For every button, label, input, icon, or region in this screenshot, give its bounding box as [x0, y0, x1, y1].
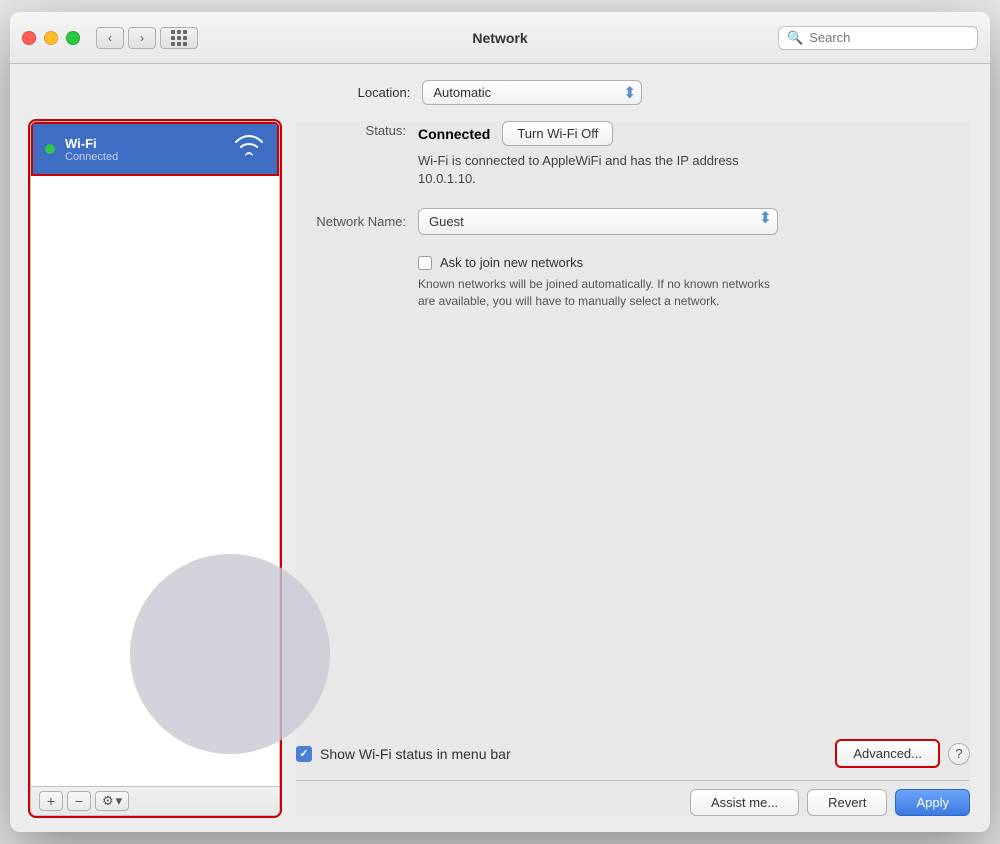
sidebar-item-status: Connected — [65, 151, 223, 163]
gear-icon: ⚙ — [102, 793, 114, 809]
sidebar-item-text: Wi-Fi Connected — [65, 136, 223, 163]
right-panel: Status: Connected Turn Wi-Fi Off Wi-Fi i… — [296, 121, 970, 816]
sidebar-list: Wi-Fi Connected — [31, 122, 279, 786]
gear-button[interactable]: ⚙ ▾ — [95, 791, 129, 811]
status-description: Wi-Fi is connected to AppleWiFi and has … — [418, 152, 778, 188]
maximize-button[interactable] — [66, 31, 80, 45]
ask-join-label: Ask to join new networks — [440, 255, 583, 270]
grid-icon — [171, 30, 187, 46]
main-panel: Wi-Fi Connected + — [30, 121, 970, 816]
back-button[interactable]: ‹ — [96, 27, 124, 49]
show-wifi-label: Show Wi-Fi status in menu bar — [320, 746, 511, 762]
minimize-button[interactable] — [44, 31, 58, 45]
status-content: Connected Turn Wi-Fi Off Wi-Fi is connec… — [418, 121, 970, 188]
checkbox-section: Ask to join new networks Known networks … — [418, 255, 970, 310]
nav-buttons: ‹ › — [96, 27, 156, 49]
status-label: Status: — [296, 121, 406, 138]
sidebar-toolbar: + − ⚙ ▾ — [31, 786, 279, 815]
ask-join-checkbox[interactable] — [418, 256, 432, 270]
show-wifi-row: Show Wi-Fi status in menu bar Advanced..… — [296, 739, 970, 768]
apply-button[interactable]: Apply — [895, 789, 970, 816]
search-icon: 🔍 — [787, 30, 803, 46]
network-name-select-wrapper: Guest ⬍ — [418, 208, 778, 235]
show-wifi-checkbox[interactable] — [296, 746, 312, 762]
location-select-wrapper: Automatic ⬍ — [422, 80, 642, 105]
help-button[interactable]: ? — [948, 743, 970, 765]
turn-wifi-button[interactable]: Turn Wi-Fi Off — [502, 121, 613, 146]
sidebar-item-wifi[interactable]: Wi-Fi Connected — [31, 122, 279, 176]
advanced-button[interactable]: Advanced... — [835, 739, 940, 768]
bottom-section: Show Wi-Fi status in menu bar Advanced..… — [296, 739, 970, 816]
window-title: Network — [472, 30, 527, 46]
remove-network-button[interactable]: − — [67, 791, 91, 811]
search-input[interactable] — [809, 30, 969, 45]
action-buttons: Assist me... Revert Apply — [296, 780, 970, 816]
wifi-icon — [233, 134, 265, 164]
network-name-label: Network Name: — [296, 214, 406, 229]
ask-join-row: Ask to join new networks — [418, 255, 970, 270]
content: Location: Automatic ⬍ Wi-Fi Connected — [10, 64, 990, 832]
add-network-button[interactable]: + — [39, 791, 63, 811]
gear-dropdown-arrow: ▾ — [116, 793, 123, 809]
location-row: Location: Automatic ⬍ — [30, 80, 970, 105]
location-label: Location: — [358, 85, 411, 100]
status-connected: Connected — [418, 126, 490, 142]
assist-me-button[interactable]: Assist me... — [690, 789, 799, 816]
traffic-lights — [22, 31, 80, 45]
sidebar-item-name: Wi-Fi — [65, 136, 223, 151]
titlebar: ‹ › Network 🔍 — [10, 12, 990, 64]
network-name-select[interactable]: Guest — [418, 208, 778, 235]
location-select[interactable]: Automatic — [422, 80, 642, 105]
search-bar[interactable]: 🔍 — [778, 26, 978, 50]
ask-join-description: Known networks will be joined automatica… — [418, 276, 778, 310]
close-button[interactable] — [22, 31, 36, 45]
status-section: Status: Connected Turn Wi-Fi Off Wi-Fi i… — [296, 121, 970, 188]
network-name-section: Network Name: Guest ⬍ — [296, 208, 970, 235]
revert-button[interactable]: Revert — [807, 789, 887, 816]
sidebar: Wi-Fi Connected + — [30, 121, 280, 816]
status-row: Connected Turn Wi-Fi Off — [418, 121, 970, 146]
grid-button[interactable] — [160, 27, 198, 49]
forward-button[interactable]: › — [128, 27, 156, 49]
wifi-status-dot — [45, 144, 55, 154]
